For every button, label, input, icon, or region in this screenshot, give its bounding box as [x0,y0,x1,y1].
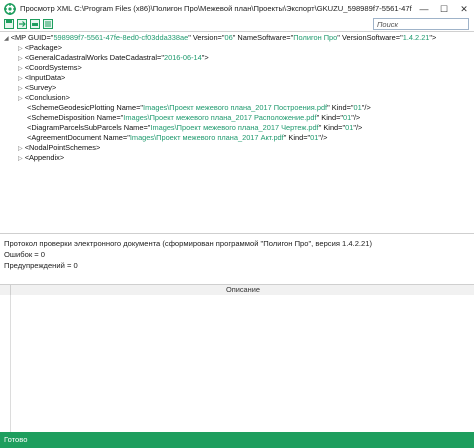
tree-node-coord-systems[interactable]: ▷ <CoordSystems> [18,63,82,73]
guid-value: 598989f7-5561-47fe-8ed0-cf03dda338ae [53,33,189,42]
app-logo-icon [4,3,16,15]
view-button[interactable] [42,19,53,29]
software-version-value: 1.4.2.21 [402,33,430,42]
maximize-icon: ☐ [439,3,449,14]
expand-arrow-icon[interactable]: ▷ [18,96,23,102]
tree-node-input-data[interactable]: ▷ <InputData> [18,73,65,83]
expand-arrow-icon[interactable]: ▷ [18,156,23,162]
collapse-arrow-icon[interactable]: ◢ [4,36,9,42]
title-bar: Просмотр XML C:\Program Files (x86)\Поли… [0,0,474,19]
status-bar: Готово [0,432,474,448]
expand-arrow-icon[interactable]: ▷ [18,66,23,72]
tree-node-agreement-document[interactable]: <AgreementDocument Name="Images\Проект м… [27,133,327,143]
window-title: Просмотр XML C:\Program Files (x86)\Поли… [20,4,412,13]
protocol-title: Протокол проверки электронного документа… [4,239,373,248]
grid-corner [0,285,11,295]
tree-node-survey[interactable]: ▷ <Survey> [18,83,56,93]
save-button[interactable] [3,19,14,29]
column-header-description[interactable]: Описание [12,285,474,295]
search-input[interactable]: Поиск [373,18,469,30]
xml-tree[interactable]: ◢ <MP GUID="598989f7-5561-47fe-8ed0-cf03… [0,32,474,233]
status-text: Готово [4,435,28,444]
expand-arrow-icon[interactable]: ▷ [18,76,23,82]
warnings-count: Предупреждений = 0 [4,261,78,270]
expand-arrow-icon[interactable]: ▷ [18,86,23,92]
version-value: 06 [224,33,233,42]
export-button[interactable] [16,19,27,29]
minimize-icon: — [419,4,429,14]
messages-grid[interactable] [0,295,474,432]
tree-node-conclusion[interactable]: ▷ <Conclusion> [18,93,70,103]
save-icon [3,19,14,29]
maximize-button[interactable]: ☐ [434,0,454,18]
expand-arrow-icon[interactable]: ▷ [18,146,23,152]
print-button[interactable] [29,19,40,29]
tree-node-scheme-geodesic-plotting[interactable]: <SchemeGeodesicPlotting Name="Images\Про… [27,103,371,113]
tree-node-nodal-point-schemes[interactable]: ▷ <NodalPointSchemes> [18,143,100,153]
tree-node-general-cadastral-works[interactable]: ▷ <GeneralCadastralWorks DateCadastral="… [18,53,209,63]
expand-arrow-icon[interactable]: ▷ [18,56,23,62]
print-icon [29,19,40,29]
software-value: Полигон Про [293,33,338,42]
minimize-button[interactable]: — [414,0,434,18]
tree-node-diagram-parcels[interactable]: <DiagramParcelsSubParcels Name="Images\П… [27,123,362,133]
tree-node-package[interactable]: ▷ <Package> [18,43,62,53]
close-icon: ✕ [460,3,468,14]
export-icon [16,19,27,29]
row-header-column [0,295,11,432]
panel-splitter[interactable] [0,233,474,234]
tree-node-appendix[interactable]: ▷ <Appendix> [18,153,64,163]
tree-node-root[interactable]: ◢ <MP GUID="598989f7-5561-47fe-8ed0-cf03… [4,33,436,43]
view-icon [42,19,53,29]
expand-arrow-icon[interactable]: ▷ [18,46,23,52]
errors-count: Ошибок = 0 [4,250,46,259]
toolbar: Поиск [0,18,474,32]
close-button[interactable]: ✕ [454,0,474,18]
tree-node-scheme-disposition[interactable]: <SchemeDisposition Name="Images\Проект м… [27,113,360,123]
